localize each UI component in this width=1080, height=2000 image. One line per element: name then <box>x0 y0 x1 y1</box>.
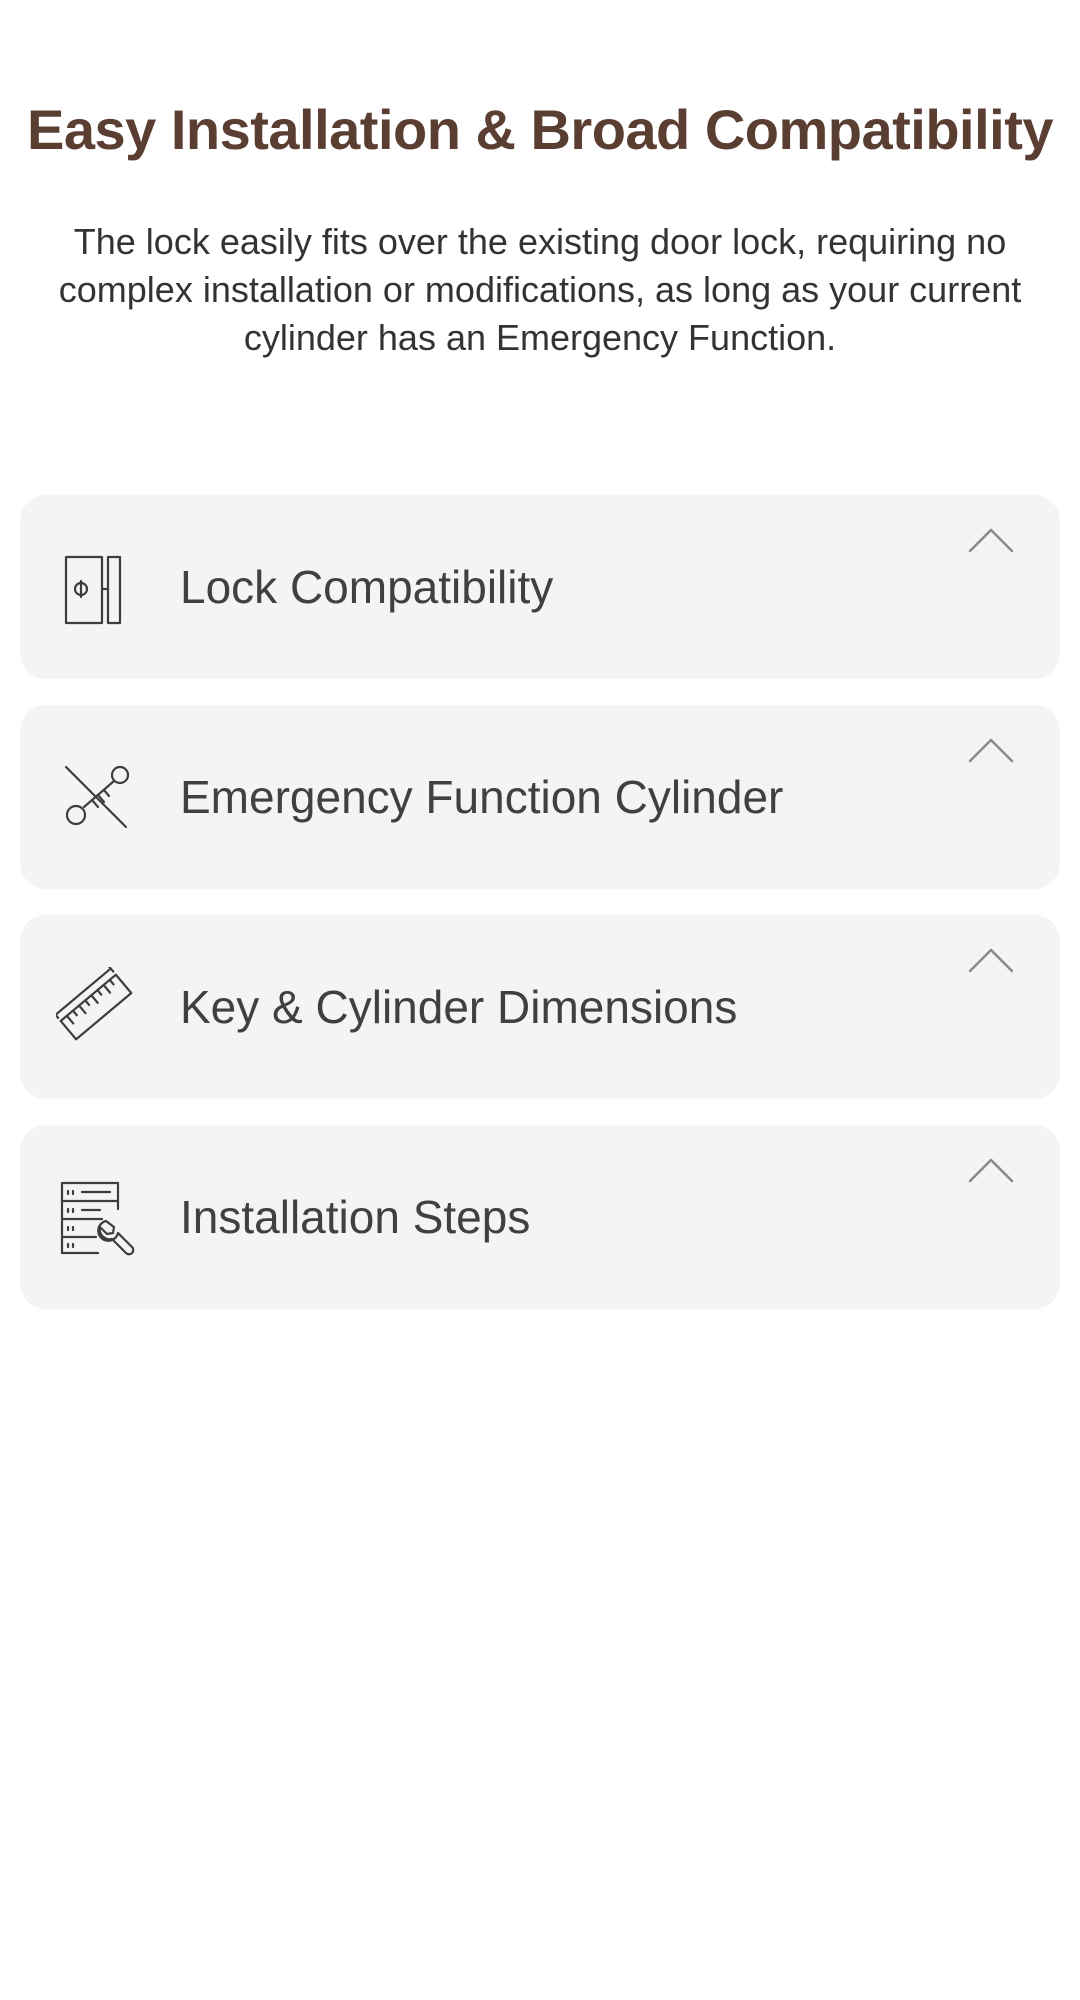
page: Easy Installation & Broad Compatibility … <box>0 0 1080 2000</box>
chevron-up-icon[interactable] <box>966 525 1016 555</box>
accordion-item-lock-compatibility[interactable]: Lock Compatibility <box>20 495 1060 679</box>
chevron-up-icon[interactable] <box>966 945 1016 975</box>
accordion-item-label: Emergency Function Cylinder <box>180 771 784 823</box>
accordion-item-label: Key & Cylinder Dimensions <box>180 981 738 1033</box>
chevron-up-icon[interactable] <box>966 735 1016 765</box>
door-lock-icon <box>56 547 136 627</box>
page-description: The lock easily fits over the existing d… <box>58 221 1022 358</box>
accordion-item-label: Installation Steps <box>180 1191 531 1243</box>
accordion-item-key-cylinder-dimensions[interactable]: Key & Cylinder Dimensions <box>20 915 1060 1099</box>
accordion: Lock Compatibility Emergency Function Cy… <box>20 495 1060 1335</box>
ruler-icon <box>56 967 136 1047</box>
accordion-item-emergency-function-cylinder[interactable]: Emergency Function Cylinder <box>20 705 1060 889</box>
accordion-item-installation-steps[interactable]: Installation Steps <box>20 1125 1060 1309</box>
chevron-up-icon[interactable] <box>966 1155 1016 1185</box>
page-title: Easy Installation & Broad Compatibility <box>26 98 1054 161</box>
key-crossed-icon <box>56 757 136 837</box>
checklist-wrench-icon <box>56 1177 136 1257</box>
accordion-item-label: Lock Compatibility <box>180 561 554 613</box>
